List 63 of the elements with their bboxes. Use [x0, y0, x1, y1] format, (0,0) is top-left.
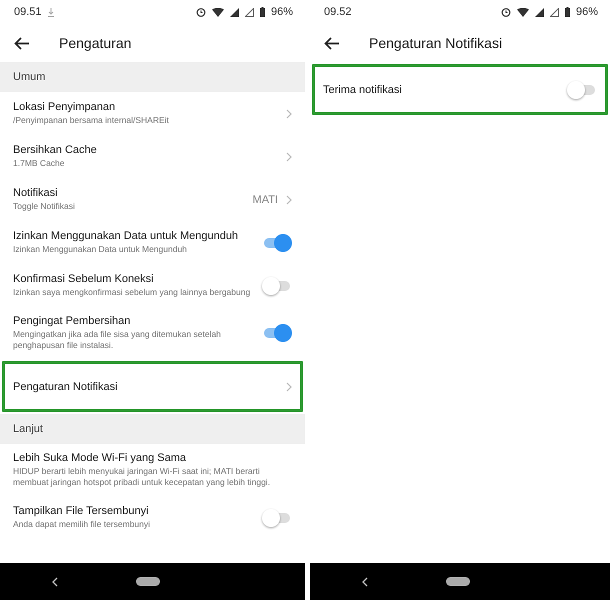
setting-description: Anda dapat memilih file tersembunyi [13, 519, 152, 530]
signal-icon [230, 8, 239, 16]
setting-row[interactable]: Tampilkan File Tersembunyi Anda dapat memilih file tersembunyi [0, 496, 305, 540]
setting-description: Toggle Notifikasi [13, 200, 76, 212]
setting-description: HIDUP berarti lebih menyukai jaringan Wi-Fi saat ini; MATI berarti membuat jaringan hotspot pribadi untuk kecepatan yang lebih tinggi. [13, 466, 272, 488]
back-arrow-icon[interactable] [14, 36, 29, 50]
page-title: Pengaturan [59, 35, 132, 51]
setting-value: MATI [252, 194, 278, 206]
page-title: Pengaturan Notifikasi [369, 35, 502, 51]
toggle-switch[interactable] [262, 276, 292, 294]
status-time: 09.51 [14, 6, 42, 18]
download-icon [48, 8, 54, 16]
back-icon[interactable] [52, 576, 58, 586]
chevron-icon [286, 382, 292, 392]
setting-title: Bersihkan Cache [13, 144, 98, 156]
setting-title: Notifikasi [13, 186, 59, 199]
battery-level: 96% [576, 6, 598, 18]
section-header: Umum [0, 62, 305, 92]
home-pill-icon[interactable] [136, 577, 160, 586]
setting-row[interactable]: Notifikasi Toggle Notifikasi MATI [0, 178, 305, 221]
alarm-icon [196, 7, 206, 17]
setting-title: Tampilkan File Tersembunyi [13, 505, 150, 518]
section-header: Lanjut [0, 414, 305, 444]
setting-row[interactable]: Konfirmasi Sebelum Koneksi Izinkan saya mengkonfirmasi sebelum yang lainnya bergabung [0, 264, 305, 307]
setting-title: Pengingat Pembersihan [13, 315, 132, 327]
highlighted-setting-row[interactable]: Terima notifikasi [310, 62, 610, 117]
setting-row[interactable]: Lebih Suka Mode Wi-Fi yang Sama HIDUP berarti lebih menyukai jaringan Wi-Fi saat ini; MATI berarti membuat jaringan hotspot pribadi untuk kecepatan yang lebih tinggi. [0, 444, 305, 496]
setting-title: Lebih Suka Mode Wi-Fi yang Sama [13, 452, 188, 464]
wifi-icon [212, 8, 224, 16]
setting-description: 1.7MB Cache [13, 158, 66, 170]
setting-title: Lokasi Penyimpanan [13, 100, 116, 113]
home-pill-icon[interactable] [446, 577, 470, 586]
battery-level: 96% [270, 6, 293, 18]
setting-title: Izinkan Menggunakan Data untuk Mengunduh [13, 230, 240, 242]
toggle-switch[interactable] [262, 324, 292, 342]
signal-empty-icon [244, 8, 254, 16]
setting-title: Pengaturan Notifikasi [13, 380, 119, 393]
toggle-switch[interactable] [567, 80, 597, 98]
status-time: 09.52 [324, 6, 352, 18]
toggle-switch[interactable] [262, 508, 292, 527]
signal-empty-icon [550, 8, 559, 16]
setting-row[interactable]: Izinkan Menggunakan Data untuk Mengunduh Izinkan Menggunakan Data untuk Mengunduh [0, 221, 305, 264]
setting-description: Izinkan Menggunakan Data untuk Mengunduh [13, 244, 188, 256]
signal-icon [534, 8, 544, 16]
battery-icon [260, 7, 265, 17]
chevron-icon [286, 152, 292, 162]
chevron-icon [286, 108, 292, 118]
wifi-icon [516, 8, 529, 16]
setting-row[interactable]: Pengingat Pembersihan Mengingatkan jika ada file sisa yang ditemukan setelah penghapusan file instalasi. [0, 307, 305, 360]
back-arrow-icon[interactable] [324, 36, 339, 50]
battery-icon [564, 7, 570, 17]
setting-row[interactable]: Bersihkan Cache 1.7MB Cache [0, 135, 305, 178]
alarm-icon [500, 7, 511, 17]
setting-title: Konfirmasi Sebelum Koneksi [13, 272, 155, 285]
setting-title: Terima notifikasi [323, 84, 403, 96]
back-icon[interactable] [362, 576, 368, 586]
setting-description: /Penyimpanan bersama internal/SHAREit [13, 114, 170, 126]
highlighted-setting-row[interactable]: Pengaturan Notifikasi [0, 359, 305, 414]
setting-description: Izinkan saya mengkonfirmasi sebelum yang lainnya bergabung [13, 286, 252, 298]
setting-description: Mengingatkan jika ada file sisa yang ditemukan setelah penghapusan file instalasi. [13, 329, 222, 352]
setting-row[interactable]: Lokasi Penyimpanan /Penyimpanan bersama internal/SHAREit [0, 92, 305, 135]
toggle-switch[interactable] [262, 234, 292, 252]
chevron-icon [286, 194, 292, 204]
